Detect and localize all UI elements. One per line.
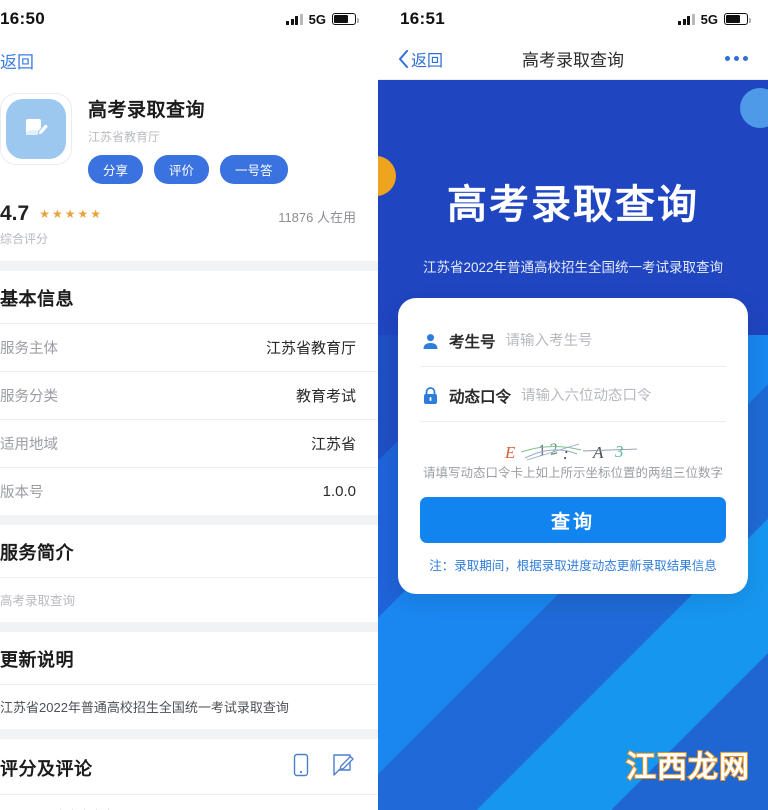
hero-title: 高考录取查询 [447, 183, 699, 227]
navigation-bar: 返回 高考录取查询 [378, 38, 768, 80]
reviews-title: 评分及评论 [0, 758, 93, 779]
share-button[interactable]: 分享 [88, 155, 144, 184]
table-row: 版本号 1.0.0 [0, 467, 378, 515]
phone-icon[interactable] [292, 753, 310, 782]
watermark: 江西龙网 [625, 750, 750, 785]
rating-score-label: 综合评分 [0, 232, 49, 246]
captcha-hint: 请填写动态口令卡上如上所示坐标位置的两组三位数字 [422, 466, 723, 480]
svg-text:A: A [592, 443, 604, 462]
review-button[interactable]: 评价 [154, 155, 210, 184]
app-icon [0, 93, 72, 165]
service-intro-text: 高考录取查询 [0, 577, 378, 622]
back-button[interactable]: 返回 [0, 53, 34, 72]
rating-summary: 4.7 ★★★★★ 综合评分 11876 人在用 [0, 194, 378, 261]
update-notes-title: 更新说明 [0, 650, 74, 670]
write-review-icon[interactable] [332, 753, 356, 782]
section-divider [0, 622, 378, 632]
signal-bars-icon [286, 13, 303, 25]
rating-score: 4.7 [0, 202, 30, 225]
dynamic-password-field-row: 动态口令 [420, 367, 726, 422]
network-type-label: 5G [700, 11, 718, 27]
section-divider [0, 515, 378, 525]
app-header: 高考录取查询 江苏省教育厅 分享 评价 一号答 [0, 77, 378, 194]
exam-number-input[interactable] [505, 333, 724, 349]
row-value: 江苏省 [310, 436, 356, 453]
row-key: 服务分类 [0, 389, 58, 405]
yihaoda-button[interactable]: 一号答 [220, 155, 288, 184]
exam-number-field-row: 考生号 [420, 320, 726, 367]
svg-text:E: E [504, 443, 516, 462]
right-status-bar: 16:51 5G [378, 0, 768, 38]
dynamic-password-label: 动态口令 [449, 389, 512, 406]
table-row: 服务主体 江苏省教育厅 [0, 323, 378, 371]
update-notes-text: 江苏省2022年普通高校招生全国统一考试录取查询 [0, 684, 378, 729]
table-row: 服务分类 教育考试 [0, 371, 378, 419]
signal-bars-icon [678, 13, 695, 25]
app-action-tags: 分享 评价 一号答 [88, 155, 288, 184]
row-value: 1.0.0 [322, 483, 356, 500]
service-intro-title: 服务简介 [0, 543, 74, 563]
review-distribution-row: ★★★★★ [0, 794, 378, 810]
section-divider [0, 729, 378, 739]
right-phone-query-screen: 16:51 5G 返回 高考录取查询 高考录取查询 江苏省2022年普通高校招生… [378, 0, 768, 810]
svg-text:3: 3 [614, 442, 624, 461]
query-submit-button[interactable]: 查询 [420, 497, 726, 543]
document-pencil-icon [6, 99, 66, 159]
reviews-header: 评分及评论 [0, 739, 378, 794]
left-status-bar: 16:50 5G [0, 0, 378, 38]
battery-icon [724, 13, 751, 25]
dual-phone-screenshot: 16:50 5G 返回 高考录取查询 江苏省教育厅 分享 评价 一号答 4.7 … [0, 0, 768, 810]
row-key: 版本号 [0, 485, 44, 501]
app-publisher: 江苏省教育厅 [88, 130, 161, 144]
status-time: 16:50 [0, 9, 45, 28]
section-divider [0, 261, 378, 271]
form-note: 注：录取期间，根据录取进度动态更新录取结果信息 [429, 559, 717, 573]
chevron-left-icon [399, 49, 408, 68]
lock-icon [424, 387, 437, 404]
rating-stars: ★★★★★ [39, 207, 103, 221]
app-title: 高考录取查询 [88, 100, 206, 121]
row-key: 适用地域 [0, 437, 58, 453]
exam-number-label: 考生号 [449, 334, 496, 351]
row-value: 教育考试 [295, 388, 356, 405]
table-row: 适用地域 江苏省 [0, 419, 378, 467]
basic-info-title: 基本信息 [0, 289, 74, 309]
user-icon [423, 333, 438, 349]
hero-subtitle: 江苏省2022年普通高校招生全国统一考试录取查询 [422, 260, 724, 275]
query-body: 高考录取查询 江苏省2022年普通高校招生全国统一考试录取查询 考生号 请输入考… [378, 80, 768, 810]
status-time: 16:51 [400, 9, 445, 28]
dynamic-password-input[interactable] [521, 388, 724, 404]
query-form-card: 考生号 动态口令 E 1 2 [398, 298, 748, 594]
left-phone-app-detail-screen: 16:50 5G 返回 高考录取查询 江苏省教育厅 分享 评价 一号答 4.7 … [0, 0, 378, 810]
network-type-label: 5G [308, 11, 326, 27]
captcha-image[interactable]: E 1 2 : A 3 [420, 422, 726, 463]
more-dots-icon[interactable] [725, 56, 748, 61]
active-users-count: 11876 人在用 [278, 210, 356, 225]
row-key: 服务主体 [0, 341, 58, 357]
nav-back-label: 返回 [411, 52, 444, 70]
left-back-row: 返回 [0, 38, 378, 77]
battery-icon [332, 13, 359, 25]
row-value: 江苏省教育厅 [265, 340, 356, 357]
nav-back-button[interactable]: 返回 [398, 47, 443, 71]
